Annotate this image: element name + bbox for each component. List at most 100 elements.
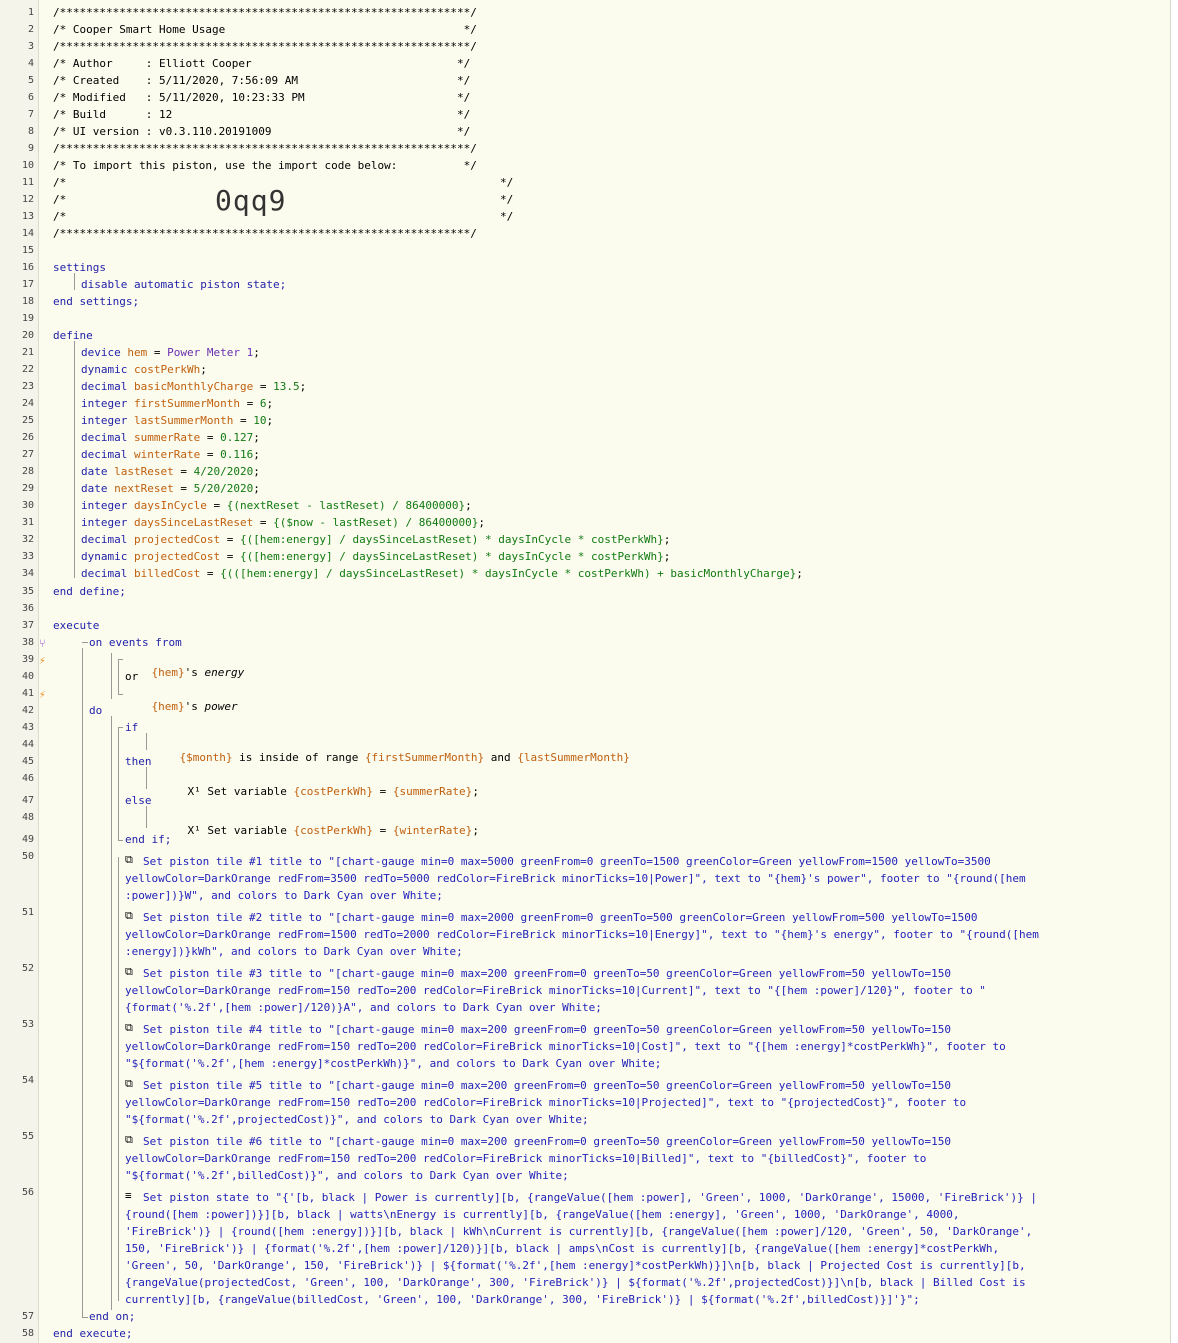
define-variable[interactable]: device hem = Power Meter 1; <box>81 346 260 359</box>
trigger-attribute: energy <box>204 666 245 679</box>
line-number: 21 <box>21 347 34 358</box>
line-number: 2 <box>27 24 34 35</box>
define-variable[interactable]: decimal billedCost = {(([hem:energy] / d… <box>81 567 803 580</box>
set-variable-value: {winterRate} <box>392 824 473 837</box>
line-number: 45 <box>21 756 34 767</box>
settings-block-guide <box>74 273 75 290</box>
define-semicolon: ; <box>253 448 260 461</box>
define-value: {(nextReset - lastReset) / 86400000} <box>226 499 466 512</box>
code-line-12-open: /* <box>53 193 67 206</box>
set-variable-winter[interactable]: X¹ Set variable {costPerkWh} = {winterRa… <box>161 811 479 850</box>
define-semicolon: ; <box>253 346 260 359</box>
on-events-keyword[interactable]: on events from <box>89 636 182 649</box>
define-name: lastReset <box>114 465 174 478</box>
state-statement-row: {rangeValue(projectedCost, 'Green', 100,… <box>125 1276 1026 1289</box>
define-value: 5/20/2020 <box>193 482 254 495</box>
line-number: 34 <box>21 568 34 579</box>
define-variable[interactable]: decimal summerRate = 0.127; <box>81 431 260 444</box>
define-variable[interactable]: date lastReset = 4/20/2020; <box>81 465 260 478</box>
tile-statement-row: Set piston tile #3 title to "[chart-gaug… <box>143 967 951 980</box>
define-block-guide <box>74 341 75 578</box>
trigger-or: or <box>125 670 139 683</box>
if-keyword[interactable]: if <box>125 721 138 734</box>
define-name: firstSummerMonth <box>133 397 240 410</box>
line-number: 28 <box>21 466 34 477</box>
set-variable-target: {costPerkWh} <box>293 785 373 798</box>
line-number: 36 <box>21 603 34 614</box>
line-number: 25 <box>21 415 34 426</box>
tile-icon: ⧉ <box>125 909 133 922</box>
define-variable[interactable]: integer daysInCycle = {(nextReset - last… <box>81 499 472 512</box>
set-variable-label: Set variable <box>200 785 294 798</box>
define-equals: = <box>147 346 168 359</box>
trigger-guide <box>111 653 112 699</box>
define-variable[interactable]: integer daysSinceLastReset = {($now - la… <box>81 516 485 529</box>
line-number: 43 <box>21 722 34 733</box>
define-variable[interactable]: date nextReset = 5/20/2020; <box>81 482 260 495</box>
line-number: 18 <box>21 296 34 307</box>
define-value: {($now - lastReset) / 86400000} <box>273 516 479 529</box>
variable-x-icon: X¹ <box>187 824 201 837</box>
lines-icon: ≡ <box>125 1189 132 1202</box>
code-line-12-close: */ <box>500 193 514 206</box>
define-equals: = <box>200 431 221 444</box>
define-variable[interactable]: decimal winterRate = 0.116; <box>81 448 260 461</box>
lightning-icon: ⚡ <box>39 654 46 667</box>
code-line-4: /* Author : Elliott Cooper */ <box>53 57 471 70</box>
settings-keyword[interactable]: settings <box>53 261 106 274</box>
line-number: 6 <box>27 92 34 103</box>
define-variable[interactable]: dynamic costPerkWh; <box>81 363 207 376</box>
line-number: 19 <box>21 313 34 324</box>
import-code[interactable]: 0qq9 <box>215 184 286 218</box>
trigger-possessive: 's <box>184 666 205 679</box>
define-value: 0.127 <box>220 431 254 444</box>
define-type: decimal <box>81 380 128 393</box>
code-line-14: /***************************************… <box>53 227 477 240</box>
line-number: 33 <box>21 551 34 562</box>
line-number: 44 <box>21 739 34 750</box>
line-number: 55 <box>21 1131 34 1142</box>
line-number: 1 <box>27 7 34 18</box>
line-number: 53 <box>21 1019 34 1030</box>
set-variable-target: {costPerkWh} <box>293 824 373 837</box>
line-number: 20 <box>21 330 34 341</box>
define-variable[interactable]: integer firstSummerMonth = 6; <box>81 397 273 410</box>
define-type: integer <box>81 397 128 410</box>
define-variable[interactable]: decimal basicMonthlyCharge = 13.5; <box>81 380 306 393</box>
define-semicolon: ; <box>478 516 486 529</box>
trigger-hem-power[interactable]: {hem}'s power <box>125 687 238 726</box>
define-name: lastSummerMonth <box>133 414 234 427</box>
define-name: basicMonthlyCharge <box>133 380 254 393</box>
set-variable-label: Set variable <box>200 824 294 837</box>
settings-disable-state[interactable]: disable automatic piston state; <box>81 278 286 291</box>
line-number: 35 <box>21 586 34 597</box>
define-variable[interactable]: dynamic projectedCost = {([hem:energy] /… <box>81 550 670 563</box>
trigger-attribute: power <box>204 700 238 713</box>
define-variable[interactable]: integer lastSummerMonth = 10; <box>81 414 273 427</box>
else-guide <box>146 806 147 828</box>
trigger-inner-guide-top <box>118 659 123 660</box>
line-number: 4 <box>27 58 34 69</box>
trigger-device-var: {hem} <box>151 700 185 713</box>
end-on-keyword: end on; <box>89 1310 136 1323</box>
define-semicolon: ; <box>253 431 260 444</box>
define-type: date <box>81 465 108 478</box>
piston-editor: 1 2 3 4 5 6 7 8 9 10 11 12 13 14 15 16 17 18 19 20 21 22 23 24 2… <box>0 0 1171 1343</box>
tile-statement-row: yellowColor=DarkOrange redFrom=3500 redT… <box>125 872 1026 885</box>
tile-statement-row: yellowColor=DarkOrange redFrom=1500 redT… <box>125 928 1039 941</box>
cond-operator: is inside of range <box>232 751 365 764</box>
set-variable-summer[interactable]: X¹ Set variable {costPerkWh} = {summerRa… <box>161 772 479 811</box>
define-variable[interactable]: decimal projectedCost = {([hem:energy] /… <box>81 533 670 546</box>
variable-x-icon: X¹ <box>187 785 201 798</box>
define-type: integer <box>81 414 128 427</box>
define-name: costPerkWh <box>133 363 201 376</box>
semicolon: ; <box>472 824 479 837</box>
line-number: 48 <box>21 812 34 823</box>
on-events-guide-top <box>82 642 88 643</box>
define-equals: = <box>173 482 194 495</box>
